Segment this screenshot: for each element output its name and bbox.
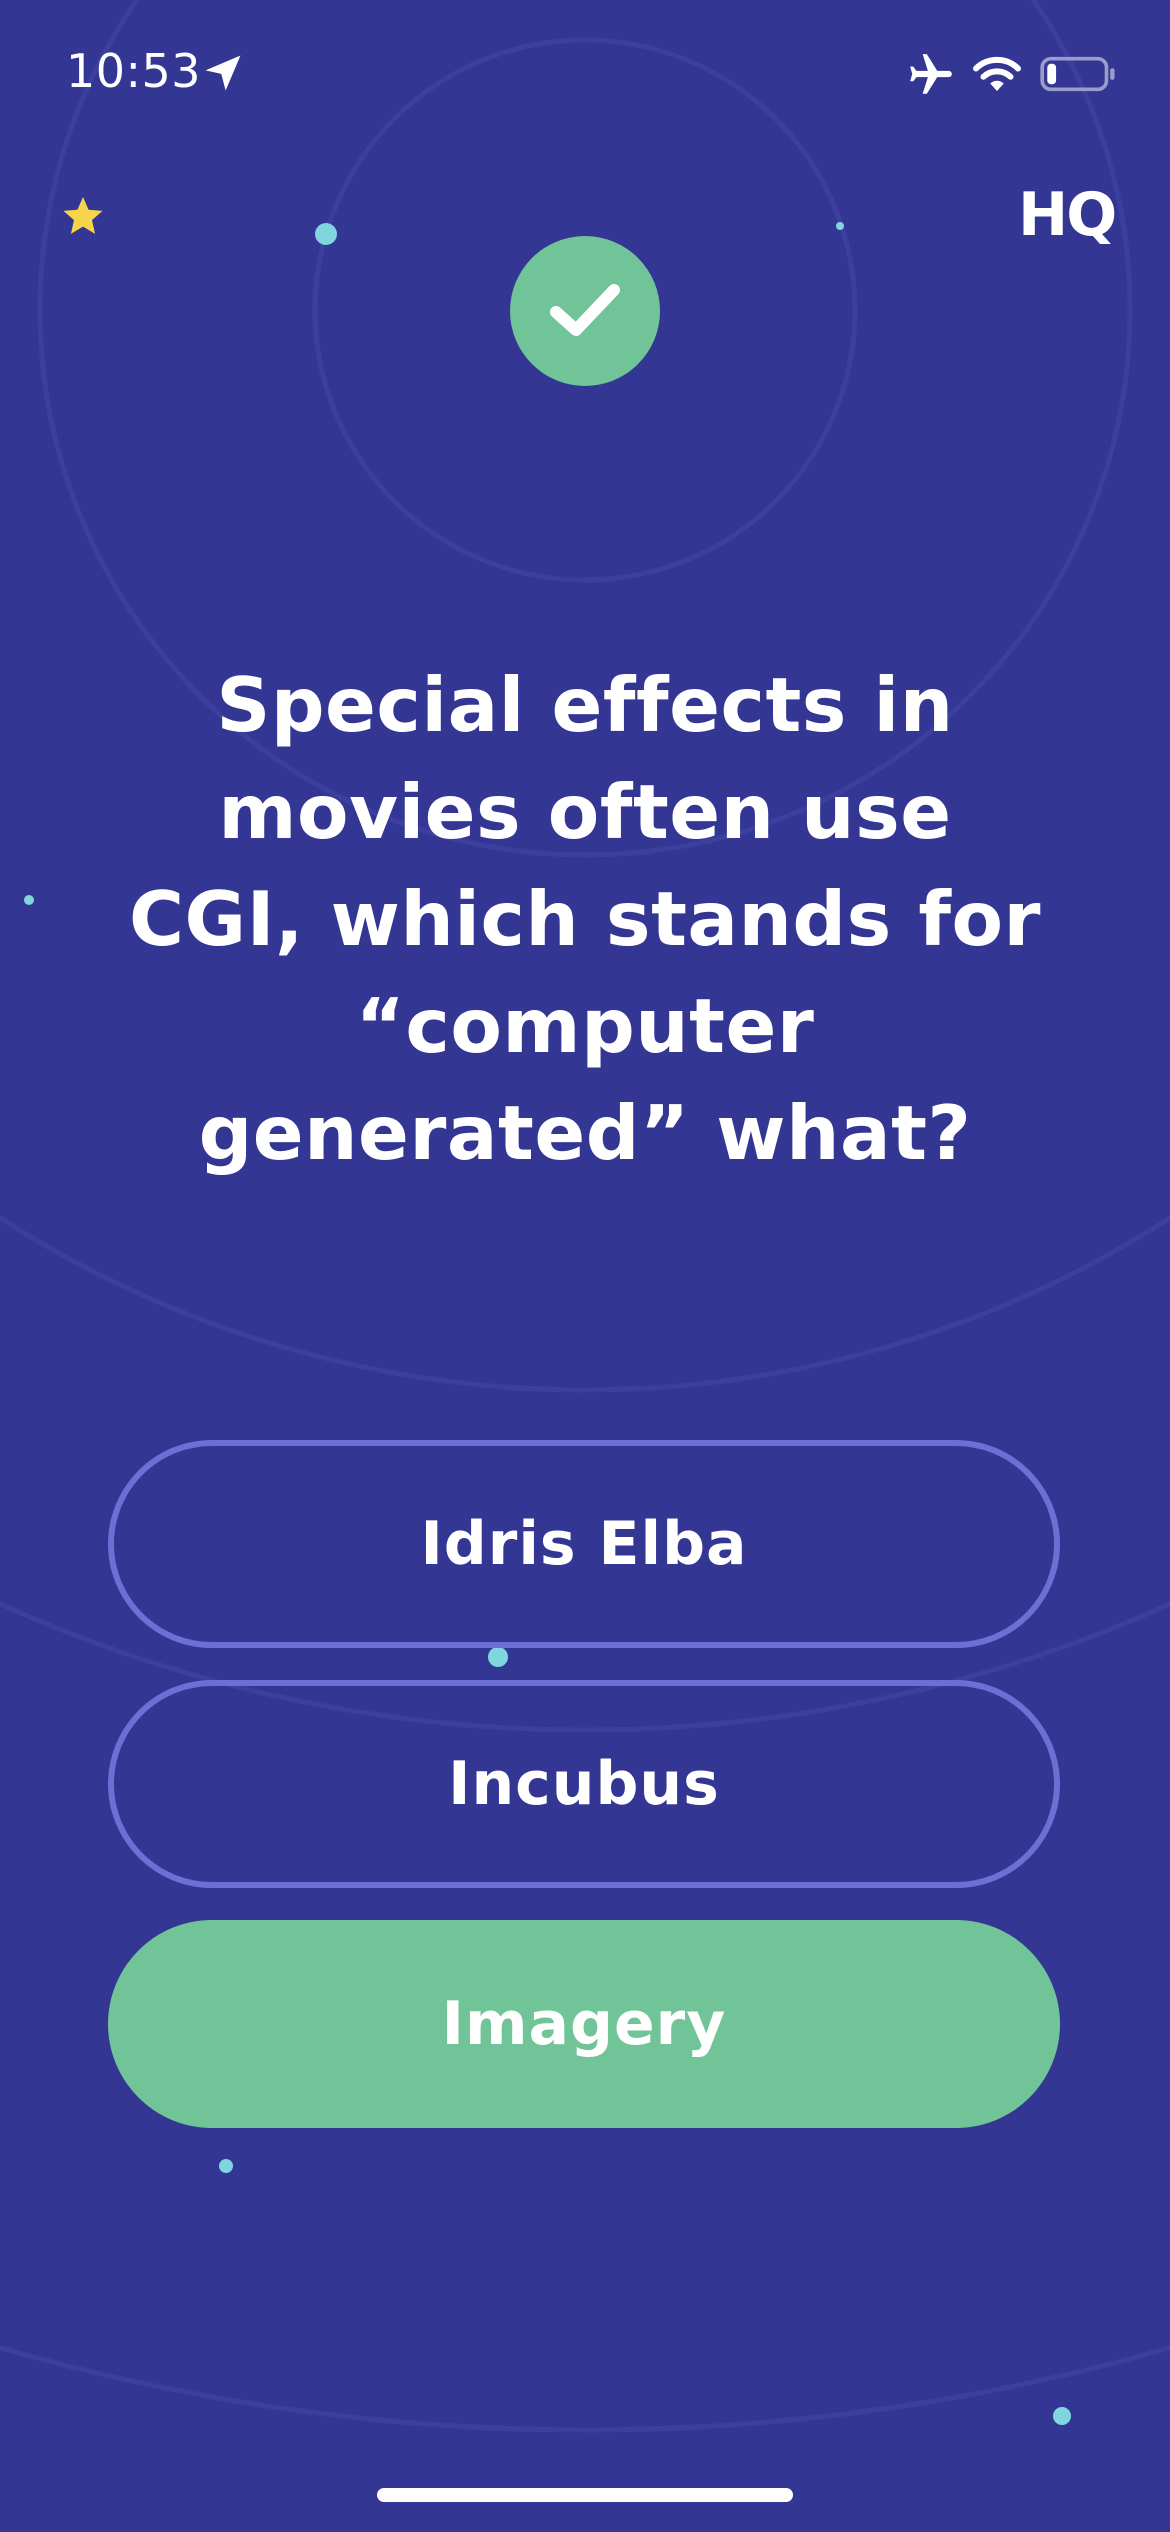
correct-result-badge (510, 236, 660, 386)
answer-option-3-correct[interactable]: Imagery (108, 1920, 1060, 2128)
question-text: Special effects in movies often use CGI,… (128, 661, 1042, 1177)
status-bar: 10:53 (0, 0, 1170, 150)
answer-label: Incubus (448, 1749, 720, 1819)
checkmark-icon (550, 284, 620, 336)
answer-option-1[interactable]: Idris Elba (108, 1440, 1060, 1648)
answer-option-2[interactable]: Incubus (108, 1680, 1060, 1888)
home-indicator[interactable] (377, 2488, 793, 2502)
hq-logo: HQ (1018, 180, 1117, 250)
star-icon[interactable] (60, 194, 106, 240)
answer-label: Idris Elba (420, 1509, 748, 1579)
battery-low-icon (1040, 56, 1115, 92)
answer-label: Imagery (441, 1989, 727, 2059)
wifi-icon (973, 56, 1021, 91)
airplane-icon (910, 54, 952, 94)
status-time: 10:53 (66, 44, 202, 98)
location-arrow-icon (205, 55, 241, 91)
